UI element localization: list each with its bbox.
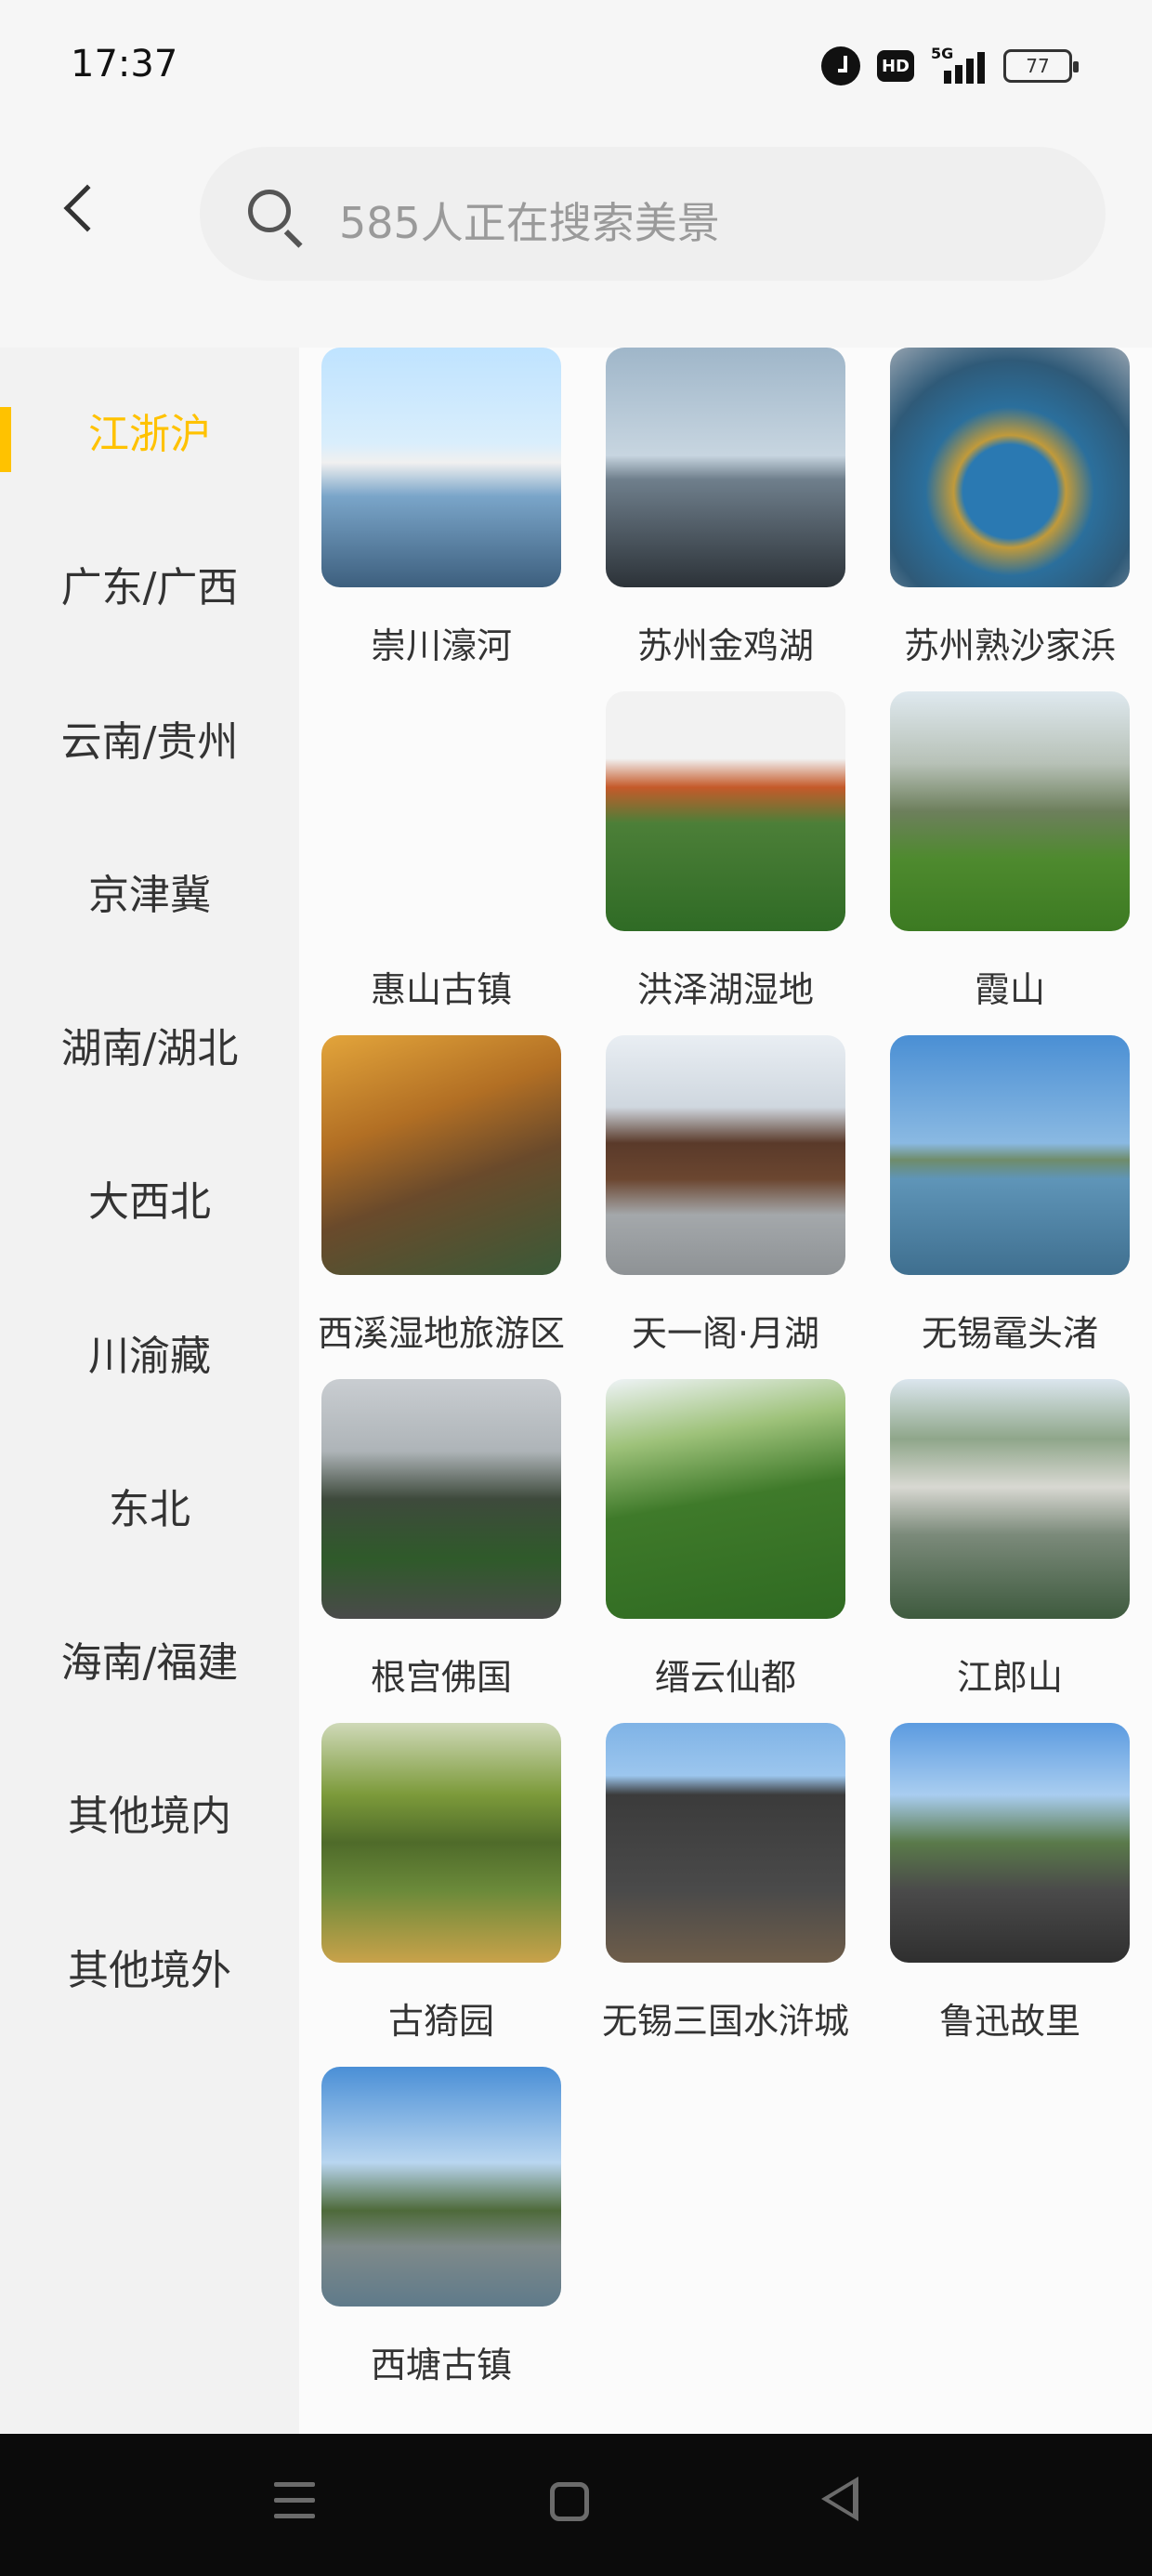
sidebar-item-guangdong-guangxi[interactable]: 广东/广西: [0, 542, 299, 625]
scenic-thumbnail: [321, 1723, 561, 1963]
scenic-thumbnail: [321, 1379, 561, 1619]
scenic-tile[interactable]: 江郎山: [868, 1379, 1152, 1723]
scenic-thumbnail: [890, 1379, 1130, 1619]
back-button[interactable]: [54, 180, 113, 240]
scenic-thumbnail: [321, 691, 561, 931]
scenic-tile[interactable]: 苏州金鸡湖: [583, 348, 868, 691]
hd-icon: HD: [877, 50, 914, 82]
scenic-thumbnail: [606, 1035, 845, 1275]
scenic-tile[interactable]: 天一阁·月湖: [583, 1035, 868, 1379]
5g-signal-icon: 5G: [931, 45, 987, 84]
sidebar-item-yunnan-guizhou[interactable]: 云南/贵州: [0, 696, 299, 780]
scenic-tile[interactable]: 崇川濠河: [299, 348, 583, 691]
scenic-tile[interactable]: 古猗园: [299, 1723, 583, 2067]
network-label: 5G: [931, 45, 954, 62]
search-placeholder: 585人正在搜索美景: [339, 198, 720, 248]
home-icon[interactable]: [550, 2482, 589, 2521]
scenic-thumbnail: [890, 348, 1130, 587]
sidebar-item-other-overseas[interactable]: 其他境外: [0, 1925, 299, 2008]
scenic-thumbnail: [606, 1379, 845, 1619]
battery-icon: 77: [1003, 49, 1079, 83]
status-icons: HD 5G 77: [821, 45, 1079, 85]
header: 585人正在搜索美景: [0, 139, 1152, 288]
sidebar-item-chuanyuzang[interactable]: 川渝藏: [0, 1310, 299, 1394]
menu-icon[interactable]: [274, 2482, 315, 2519]
scenic-thumbnail: [606, 691, 845, 931]
scenic-thumbnail: [321, 2067, 561, 2307]
region-sidebar: 江浙沪 广东/广西 云南/贵州 京津冀 湖南/湖北 大西北 川渝藏 东北 海南/…: [0, 348, 299, 2434]
scenic-tile[interactable]: 苏州熟沙家浜: [868, 348, 1152, 691]
scenic-thumbnail: [321, 348, 561, 587]
scenic-tile[interactable]: 西塘古镇: [299, 2067, 583, 2411]
system-nav-bar: [0, 2434, 1152, 2576]
sidebar-item-jingjinji[interactable]: 京津冀: [0, 849, 299, 933]
back-triangle-icon[interactable]: [821, 2477, 858, 2521]
sidebar-item-hunan-hubei[interactable]: 湖南/湖北: [0, 1003, 299, 1086]
scenic-tile[interactable]: 鲁迅故里: [868, 1723, 1152, 2067]
scenic-tile[interactable]: 无锡三国水浒城: [583, 1723, 868, 2067]
scenic-thumbnail: [890, 1035, 1130, 1275]
scenic-tile[interactable]: 霞山: [868, 691, 1152, 1035]
scenic-thumbnail: [606, 348, 845, 587]
scenic-tile[interactable]: 无锡鼋头渚: [868, 1035, 1152, 1379]
sidebar-item-dongbei[interactable]: 东北: [0, 1464, 299, 1547]
scenic-tile[interactable]: 惠山古镇: [299, 691, 583, 1035]
scenic-tile[interactable]: 缙云仙都: [583, 1379, 868, 1723]
scenic-thumbnail: [890, 1723, 1130, 1963]
scenic-tile[interactable]: 根宫佛国: [299, 1379, 583, 1723]
scenic-grid: 崇川濠河 苏州金鸡湖 苏州熟沙家浜 惠山古镇 洪泽湖湿地 霞山 西溪湿地旅游区 …: [299, 348, 1152, 2434]
sidebar-item-other-domestic[interactable]: 其他境内: [0, 1770, 299, 1854]
scenic-tile[interactable]: 西溪湿地旅游区: [299, 1035, 583, 1379]
sidebar-item-hainan-fujian[interactable]: 海南/福建: [0, 1617, 299, 1701]
search-icon: [248, 190, 291, 232]
scenic-thumbnail: [890, 691, 1130, 931]
status-time: 17:37: [71, 43, 178, 85]
sidebar-item-daxibei[interactable]: 大西北: [0, 1156, 299, 1240]
status-bar: 17:37 HD 5G 77: [0, 0, 1152, 139]
chevron-left-icon: [63, 184, 111, 232]
scenic-thumbnail: [321, 1035, 561, 1275]
scenic-thumbnail: [606, 1723, 845, 1963]
alarm-icon: [821, 46, 860, 85]
search-input[interactable]: 585人正在搜索美景: [200, 147, 1106, 281]
scenic-tile[interactable]: 洪泽湖湿地: [583, 691, 868, 1035]
sidebar-item-jiangzhehu[interactable]: 江浙沪: [0, 388, 299, 472]
